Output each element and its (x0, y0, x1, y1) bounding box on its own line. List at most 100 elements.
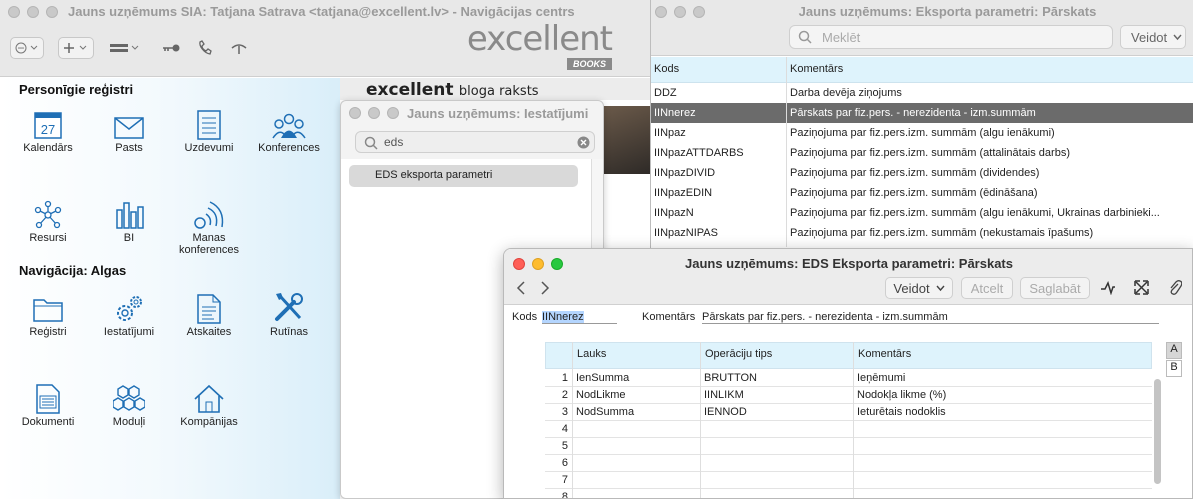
settings-search-field[interactable]: eds (355, 131, 595, 153)
veidot-label: Veidot (893, 280, 930, 296)
grid-row[interactable]: 4 (545, 421, 1152, 438)
nav-item-routines[interactable]: Rutīnas (249, 292, 329, 338)
list-row[interactable]: DDZ Darba devēja ziņojums (651, 83, 1193, 103)
list-row[interactable]: IINpazN Paziņojuma par fiz.pers.izm. summ… (651, 203, 1193, 223)
row-komentars: Paziņojuma par fiz.pers.izm. summām (alg… (790, 207, 1160, 219)
cell-operaciju-tips[interactable]: IENNOD (704, 406, 747, 418)
column-header-lauks[interactable]: Lauks (577, 348, 606, 360)
row-komentars: Pārskats par fiz.pers. - nerezidenta - i… (790, 107, 1036, 119)
blog-header[interactable]: excellent bloga raksts (340, 78, 650, 100)
nav-label: BI (123, 232, 135, 244)
activity-icon[interactable] (1100, 281, 1116, 295)
nav-label: Konferences (258, 142, 320, 154)
layout-button[interactable] (108, 37, 142, 59)
nav-item-my-conferences[interactable]: Manas konferences (169, 198, 249, 256)
kods-value: IINnerez (542, 311, 584, 323)
cell-lauks[interactable]: NodLikme (576, 389, 626, 401)
cell-komentars[interactable]: Nodokļa likme (%) (857, 389, 946, 401)
add-button[interactable] (58, 37, 94, 59)
list-row[interactable]: IINpazDIVID Paziņojuma par fiz.pers.izm. … (651, 163, 1193, 183)
settings-list-item-eds[interactable]: EDS eksporta parametri (349, 165, 578, 187)
komentars-field[interactable]: Pārskats par fiz.pers. - nerezidenta - i… (702, 311, 1159, 324)
grid-row[interactable]: 3 NodSumma IENNOD Ieturētais nodoklis (545, 404, 1152, 421)
nav-item-tasks[interactable]: Uzdevumi (169, 108, 249, 154)
section-personal-registers: Personīgie reģistri (19, 82, 134, 97)
back-icon[interactable] (516, 281, 526, 295)
section-navigation-algas: Navigācija: Algas (19, 263, 127, 278)
paperclip-icon[interactable] (1168, 279, 1182, 296)
eds-export-params-window: Jauns uzņēmums: EDS Eksporta parametri: … (503, 248, 1193, 499)
forward-icon[interactable] (540, 281, 550, 295)
window-controls[interactable] (349, 107, 399, 119)
excellent-books-logo: excellent BOOKS (467, 22, 613, 70)
row-komentars: Paziņojuma par fiz.pers.izm. summām (att… (790, 147, 1070, 159)
cell-operaciju-tips[interactable]: IINLIKM (704, 389, 744, 401)
cell-komentars[interactable]: Ieņēmumi (857, 372, 905, 384)
row-kods: DDZ (654, 87, 677, 99)
expand-icon[interactable] (1134, 280, 1149, 295)
veidot-button[interactable]: Veidot (1120, 25, 1186, 49)
tools-icon (275, 293, 303, 321)
nav-item-resources[interactable]: Resursi (8, 198, 88, 244)
nav-item-registers[interactable]: Reģistri (8, 292, 88, 338)
column-header-komentars[interactable]: Komentārs (790, 63, 843, 75)
nav-item-documents[interactable]: Dokumenti (8, 382, 88, 428)
cell-operaciju-tips[interactable]: BRUTTON (704, 372, 757, 384)
tasks-icon (197, 110, 221, 140)
window-controls[interactable] (8, 6, 58, 18)
nav-item-calendar[interactable]: 27 Kalendārs (8, 108, 88, 154)
list-row[interactable]: IINpazATTDARBS Paziņojuma par fiz.pers.iz… (651, 143, 1193, 163)
row-number: 3 (561, 406, 568, 418)
window-controls[interactable] (655, 6, 705, 18)
grid-row[interactable]: 2 NodLikme IINLIKM Nodokļa likme (%) (545, 387, 1152, 404)
cell-lauks[interactable]: NodSumma (576, 406, 634, 418)
grid-row[interactable]: 7 (545, 472, 1152, 489)
grid-row[interactable]: 5 (545, 438, 1152, 455)
nav-item-modules[interactable]: Moduļi (89, 382, 169, 428)
search-icon (798, 30, 812, 44)
clear-search-icon[interactable] (577, 136, 590, 149)
nav-item-bi[interactable]: BI (89, 198, 169, 244)
nav-item-settings[interactable]: Iestatījumi (89, 292, 169, 338)
kods-field[interactable]: IINnerez (542, 311, 617, 324)
tab-a[interactable]: A (1166, 342, 1182, 359)
veidot-button[interactable]: Veidot (885, 277, 953, 299)
row-komentars: Paziņojuma par fiz.pers.izm. summām (alg… (790, 127, 1055, 139)
cancel-button[interactable]: Atcelt (961, 277, 1013, 299)
list-row[interactable]: IINpazNIPAS Paziņojuma par fiz.pers.izm. … (651, 223, 1193, 243)
people-icon (272, 113, 306, 139)
cell-lauks[interactable]: IenSumma (576, 372, 629, 384)
nav-label: Iestatījumi (103, 326, 155, 338)
column-header-kods[interactable]: Kods (654, 63, 679, 75)
column-header-operaciju-tips[interactable]: Operāciju tips (705, 348, 772, 360)
tab-b[interactable]: B (1166, 360, 1182, 377)
list-row[interactable]: IINpazEDIN Paziņojuma par fiz.pers.izm. s… (651, 183, 1193, 203)
plus-icon (64, 43, 87, 53)
save-button[interactable]: Saglabāt (1020, 277, 1090, 299)
nav-item-mail[interactable]: Pasts (89, 108, 169, 154)
vertical-scrollbar[interactable] (1154, 379, 1161, 484)
list-row[interactable]: IINpaz Paziņojuma par fiz.pers.izm. summā… (651, 123, 1193, 143)
phone-button[interactable] (194, 37, 216, 59)
veidot-label: Veidot (1131, 30, 1168, 45)
grid-row[interactable]: 8 (545, 489, 1152, 498)
nav-label: Rutīnas (270, 326, 308, 338)
nav-item-conferences[interactable]: Konferences (249, 108, 329, 154)
list-row[interactable]: IINnerez Pārskats par fiz.pers. - nerezid… (651, 103, 1193, 123)
grid-row[interactable]: 6 (545, 455, 1152, 472)
cell-komentars[interactable]: Ieturētais nodoklis (857, 406, 946, 418)
blog-title: bloga raksts (458, 84, 539, 99)
connect-button[interactable] (228, 37, 250, 59)
network-icon (34, 200, 62, 229)
more-menu-button[interactable] (10, 37, 44, 59)
grid-row[interactable]: 1 IenSumma BRUTTON Ieņēmumi (545, 370, 1152, 387)
search-field[interactable]: Meklēt (789, 25, 1113, 49)
nav-item-companies[interactable]: Kompānijas (169, 382, 249, 428)
blog-image[interactable] (602, 106, 650, 174)
nav-label: Manas konferences (179, 232, 239, 256)
key-button[interactable] (160, 37, 182, 59)
svg-text:27: 27 (41, 122, 55, 137)
mail-icon (114, 117, 144, 139)
nav-item-reports[interactable]: Atskaites (169, 292, 249, 338)
column-header-komentars[interactable]: Komentārs (858, 348, 911, 360)
